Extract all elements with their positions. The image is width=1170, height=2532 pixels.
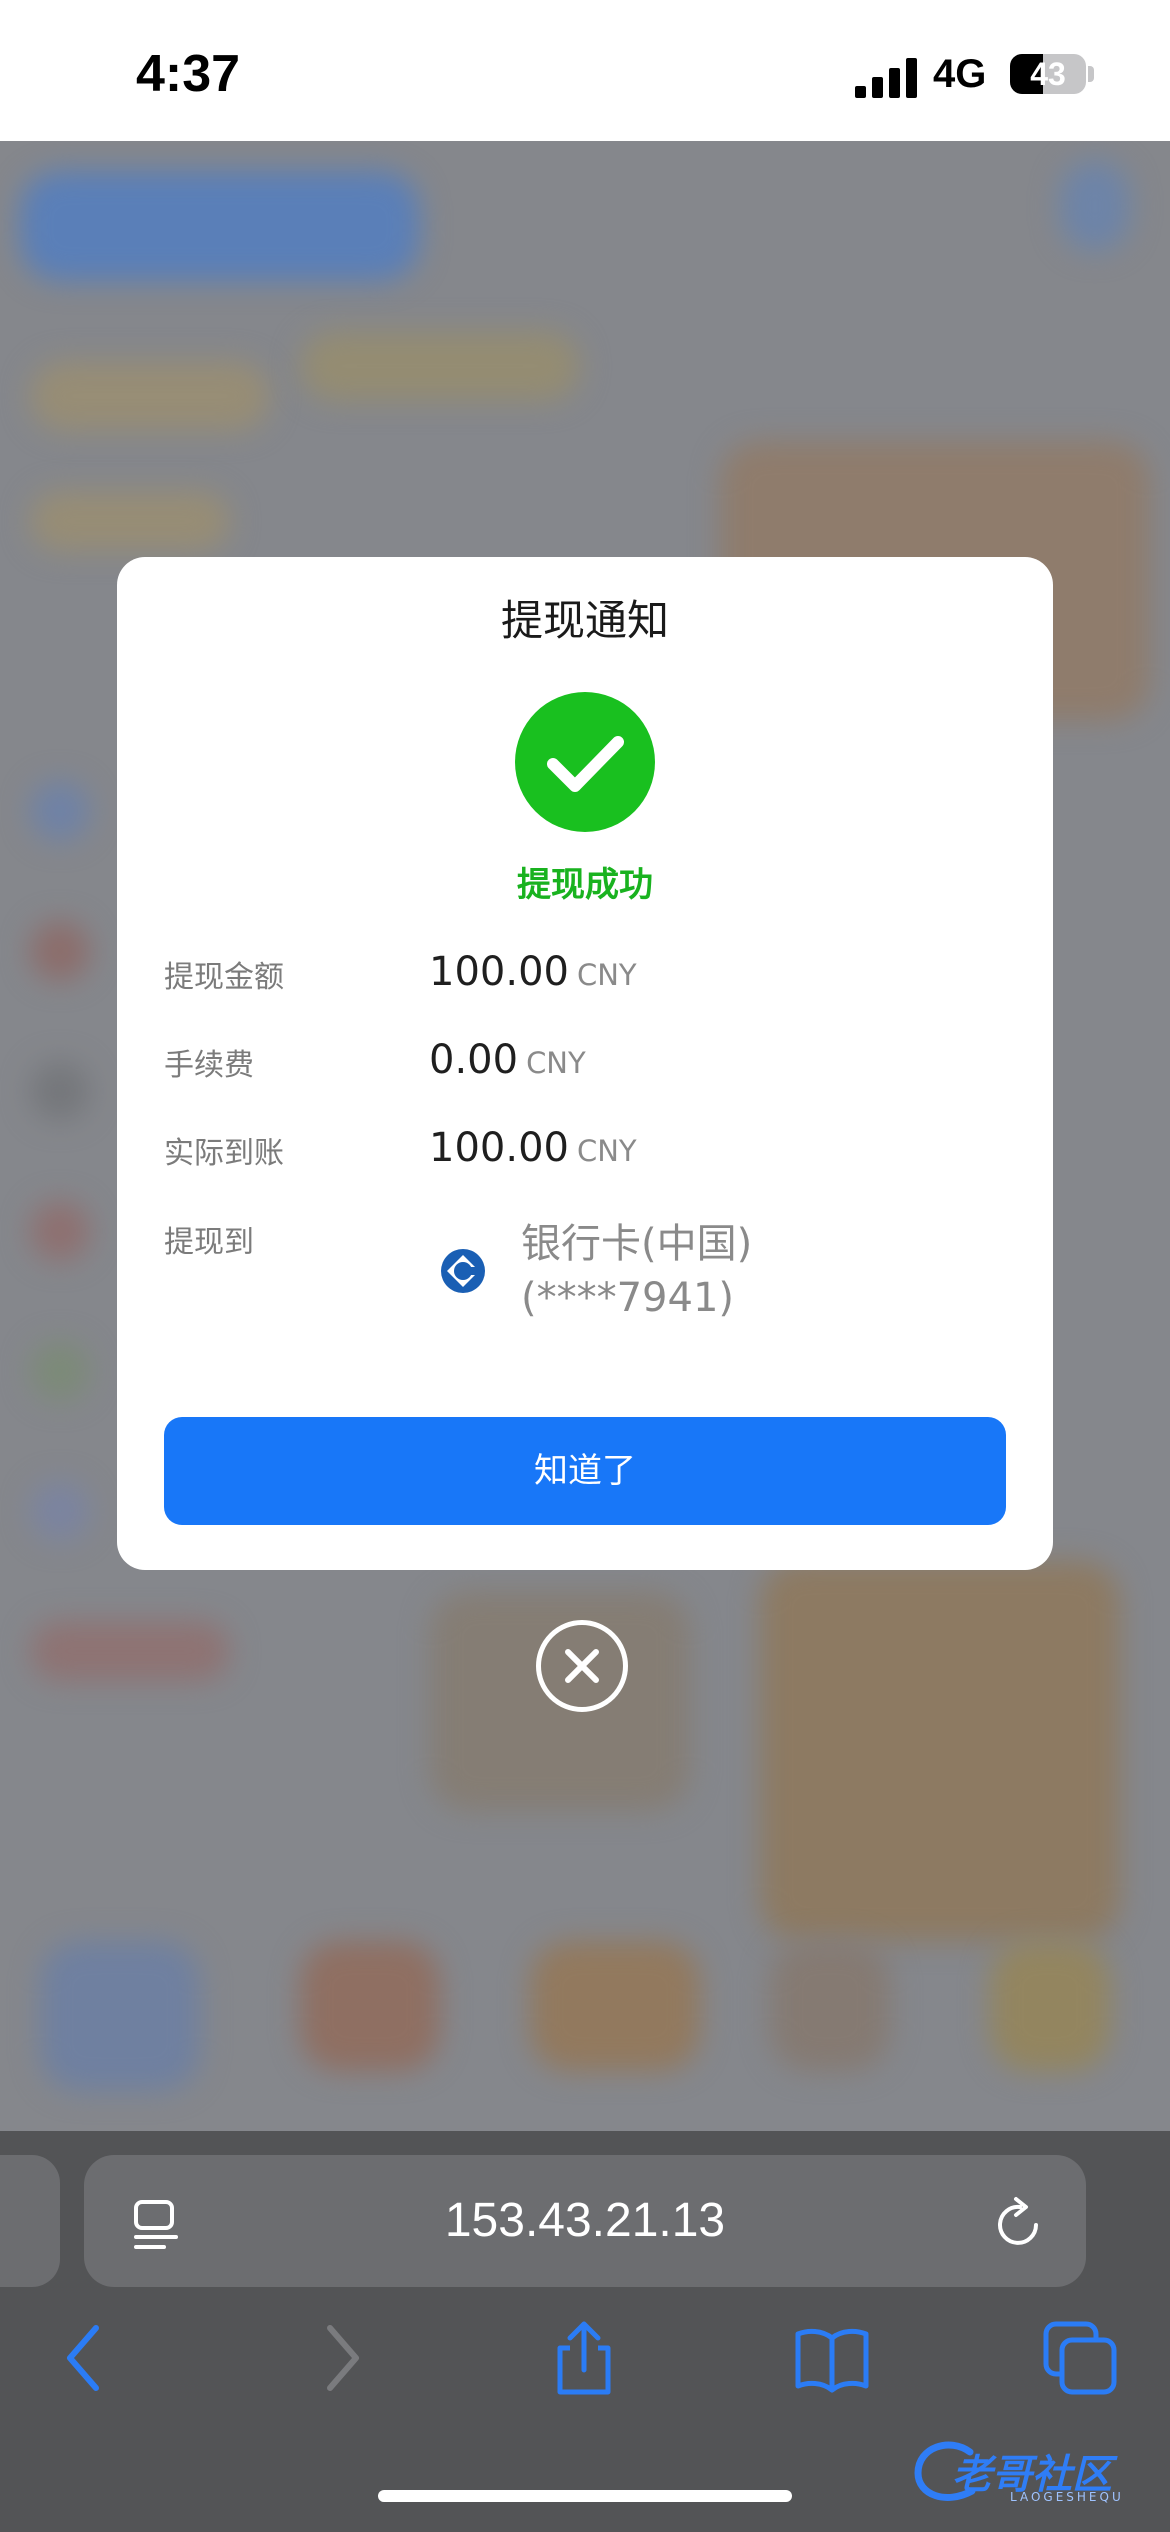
fee-number: 0.00	[429, 1037, 519, 1083]
bg-sidebar-item	[30, 781, 90, 841]
amount-value: 100.00 CNY	[429, 949, 637, 995]
tabs-icon[interactable]	[1042, 2320, 1118, 2396]
bg-bottom-nav	[530, 1941, 700, 2071]
received-number: 100.00	[429, 1125, 569, 1171]
signal-strength-icon	[855, 58, 917, 98]
battery-icon: 43	[1010, 54, 1086, 94]
check-circle-icon	[515, 692, 655, 832]
watermark-subtext: LAOGESHEQU	[1010, 2490, 1124, 2504]
bg-sidebar-item	[30, 1621, 230, 1681]
bg-bottom-nav	[770, 1941, 890, 2071]
reload-icon[interactable]	[990, 2195, 1046, 2251]
previous-tab-stub[interactable]	[0, 2155, 60, 2287]
bg-search-icon	[1060, 161, 1130, 251]
share-icon[interactable]	[546, 2320, 622, 2396]
bg-sidebar-item	[30, 1201, 90, 1261]
bookmarks-icon[interactable]	[794, 2320, 870, 2396]
network-type: 4G	[933, 52, 987, 96]
bg-sidebar-item	[30, 1341, 90, 1401]
bg-logo	[20, 171, 420, 281]
fee-value: 0.00 CNY	[429, 1037, 586, 1083]
bg-bottom-nav	[990, 1941, 1110, 2071]
bg-sidebar-item	[30, 921, 90, 981]
status-time: 4:37	[136, 45, 241, 103]
bg-bottom-nav	[300, 1941, 440, 2071]
received-value: 100.00 CNY	[429, 1125, 637, 1171]
amount-number: 100.00	[429, 949, 569, 995]
bg-header-item	[300, 331, 580, 401]
bank-logo-icon	[441, 1249, 485, 1293]
destination-label: 提现到	[164, 1225, 254, 1260]
confirm-button[interactable]: 知道了	[164, 1417, 1006, 1525]
close-button[interactable]	[536, 1620, 628, 1712]
url-text: 153.43.21.13	[444, 2194, 726, 2247]
bank-name: 银行卡(中国)	[521, 1221, 753, 1267]
battery-cap	[1088, 66, 1094, 82]
bg-game-art	[760, 1561, 1120, 1941]
amount-label: 提现金额	[164, 960, 284, 995]
status-text: 提现成功	[517, 865, 653, 905]
bank-account: 银行卡(中国) (****7941)	[521, 1217, 951, 1325]
forward-icon[interactable]	[302, 2320, 378, 2396]
watermark: 老哥社区 LAOGESHEQU	[910, 2432, 1160, 2512]
close-icon	[565, 1649, 599, 1683]
back-icon[interactable]	[48, 2320, 124, 2396]
fee-label: 手续费	[164, 1048, 254, 1083]
address-bar[interactable]: 153.43.21.13	[84, 2155, 1086, 2287]
bg-sidebar-item	[30, 491, 230, 551]
bg-bottom-nav	[40, 1941, 200, 2091]
status-bar: 4:37 4G 43	[0, 0, 1170, 141]
received-unit: CNY	[576, 1134, 637, 1168]
bg-sidebar-item	[30, 1481, 90, 1541]
battery-percent: 43	[1030, 56, 1066, 92]
received-label: 实际到账	[164, 1136, 284, 1171]
dialog-title: 提现通知	[500, 596, 669, 645]
withdrawal-notice-dialog: 提现通知 提现成功 提现金额 100.00 CNY 手续费 0.00 CNY 实际到…	[117, 557, 1053, 1570]
bg-sidebar-item	[30, 361, 270, 431]
bg-sidebar-item	[30, 1061, 90, 1121]
home-indicator	[378, 2490, 792, 2502]
fee-unit: CNY	[526, 1046, 586, 1080]
account-number: (****7941)	[521, 1275, 735, 1321]
amount-unit: CNY	[576, 958, 637, 992]
